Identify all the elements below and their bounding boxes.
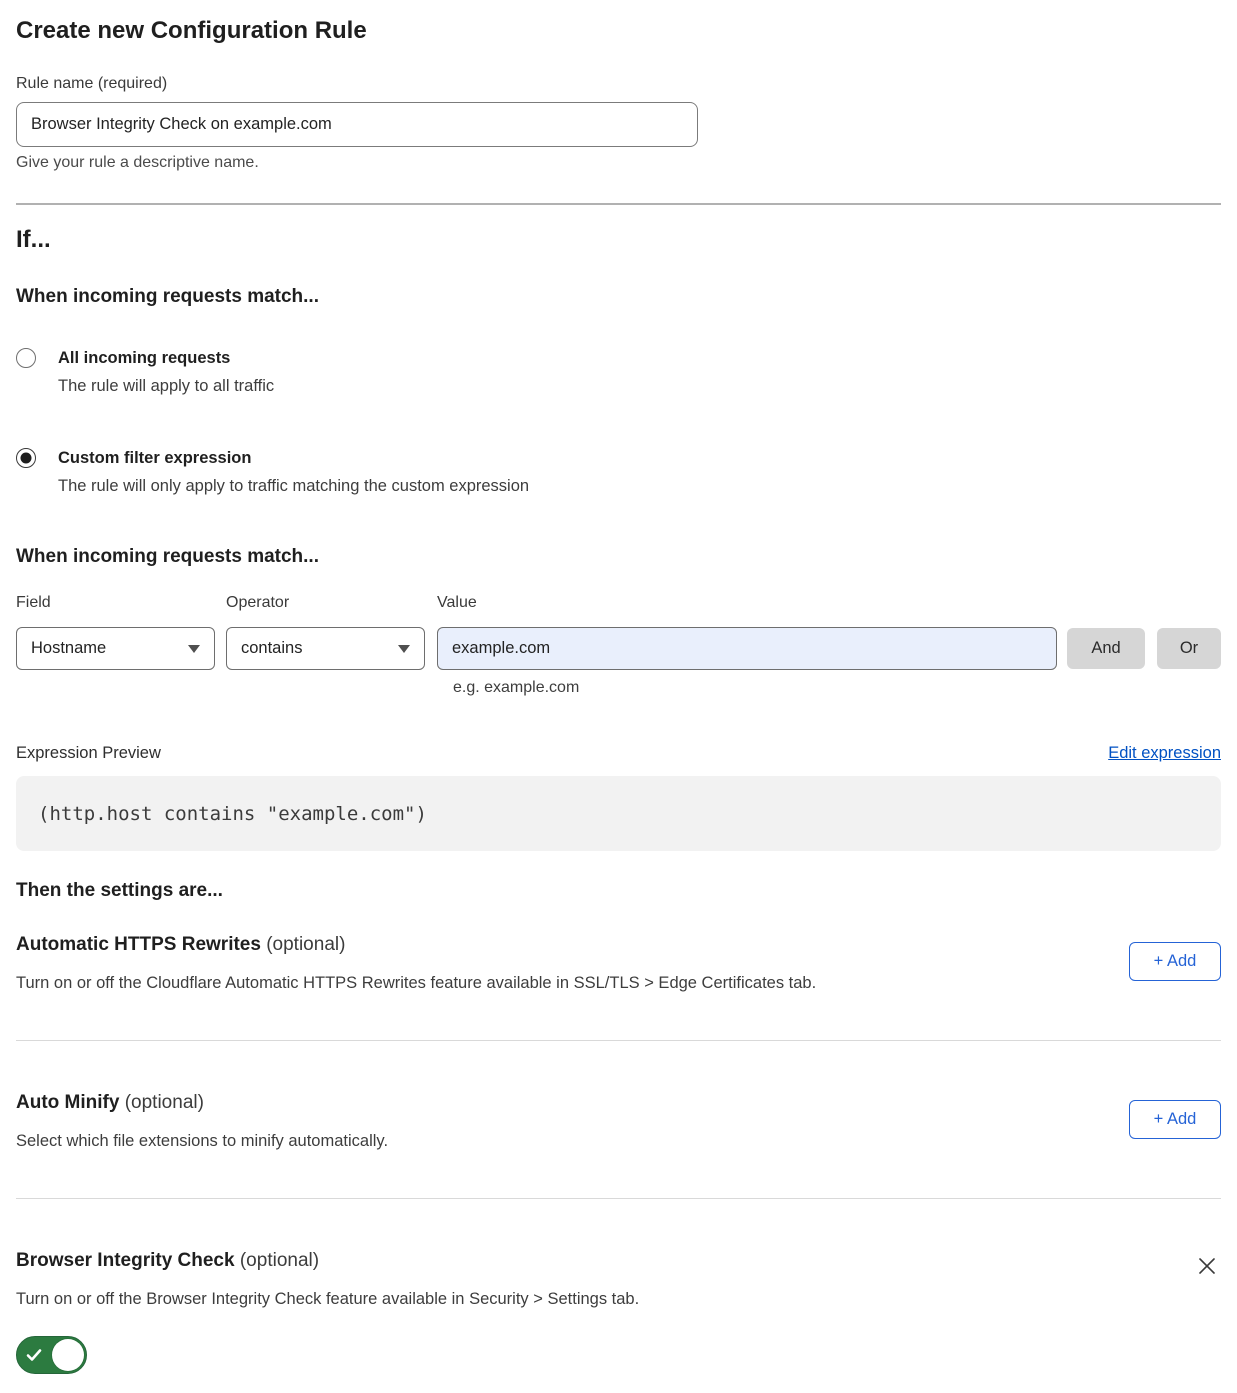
rule-name-helper: Give your rule a descriptive name. <box>16 153 1221 173</box>
and-button[interactable]: And <box>1067 628 1145 669</box>
match-heading: When incoming requests match... <box>16 285 1221 309</box>
operator-label: Operator <box>226 593 437 613</box>
setting-optional-tag: (optional) <box>240 1250 319 1271</box>
radio-label: Custom filter expression <box>58 447 529 469</box>
close-icon <box>1196 1255 1218 1277</box>
setting-title: Auto Minify <box>16 1092 119 1113</box>
setting-description: Select which file extensions to minify a… <box>16 1131 388 1152</box>
add-auto-minify-button[interactable]: + Add <box>1129 1100 1221 1139</box>
field-label: Field <box>16 593 226 613</box>
operator-select[interactable]: contains <box>226 627 425 670</box>
radio-option-custom-filter-expression[interactable]: Custom filter expression The rule will o… <box>16 447 1221 497</box>
setting-optional-tag: (optional) <box>125 1092 204 1113</box>
expression-preview-box: (http.host contains "example.com") <box>16 776 1221 851</box>
chevron-down-icon <box>188 645 200 653</box>
value-helper: e.g. example.com <box>453 678 1221 698</box>
expression-preview-label: Expression Preview <box>16 743 161 764</box>
setting-browser-integrity-check: Browser Integrity Check (optional) Turn … <box>16 1249 1221 1379</box>
radio-button-selected[interactable] <box>16 448 36 468</box>
or-button[interactable]: Or <box>1157 628 1221 669</box>
field-select-value: Hostname <box>31 639 106 658</box>
setting-description: Turn on or off the Browser Integrity Che… <box>16 1289 639 1310</box>
setting-divider <box>16 1198 1221 1199</box>
setting-title: Browser Integrity Check <box>16 1250 235 1271</box>
setting-title: Automatic HTTPS Rewrites <box>16 934 261 955</box>
radio-button-unselected[interactable] <box>16 348 36 368</box>
add-automatic-https-rewrites-button[interactable]: + Add <box>1129 942 1221 981</box>
setting-optional-tag: (optional) <box>266 934 345 955</box>
remove-setting-button[interactable] <box>1193 1253 1221 1281</box>
rule-name-input[interactable] <box>16 102 698 147</box>
settings-heading: Then the settings are... <box>16 879 1221 903</box>
chevron-down-icon <box>398 645 410 653</box>
rule-name-label: Rule name (required) <box>16 74 1221 94</box>
radio-description: The rule will only apply to traffic matc… <box>58 475 529 497</box>
setting-description: Turn on or off the Cloudflare Automatic … <box>16 973 816 994</box>
toggle-knob <box>52 1339 84 1371</box>
value-label: Value <box>437 593 477 613</box>
radio-label: All incoming requests <box>58 347 274 369</box>
edit-expression-link[interactable]: Edit expression <box>1108 744 1221 763</box>
checkmark-icon <box>26 1349 42 1362</box>
expression-code: (http.host contains "example.com") <box>38 803 427 825</box>
field-select[interactable]: Hostname <box>16 627 215 670</box>
create-configuration-rule-page: Create new Configuration Rule Rule name … <box>0 0 1237 1393</box>
page-title: Create new Configuration Rule <box>16 16 1221 46</box>
filter-heading: When incoming requests match... <box>16 545 1221 569</box>
section-divider <box>16 203 1221 205</box>
radio-description: The rule will apply to all traffic <box>58 375 274 397</box>
setting-auto-minify: Auto Minify (optional) Select which file… <box>16 1091 1221 1152</box>
setting-automatic-https-rewrites: Automatic HTTPS Rewrites (optional) Turn… <box>16 933 1221 994</box>
if-heading: If... <box>16 225 1221 255</box>
setting-divider <box>16 1040 1221 1041</box>
radio-option-all-incoming-requests[interactable]: All incoming requests The rule will appl… <box>16 347 1221 397</box>
value-input[interactable] <box>437 627 1057 670</box>
operator-select-value: contains <box>241 639 302 658</box>
browser-integrity-check-toggle[interactable] <box>16 1336 87 1374</box>
